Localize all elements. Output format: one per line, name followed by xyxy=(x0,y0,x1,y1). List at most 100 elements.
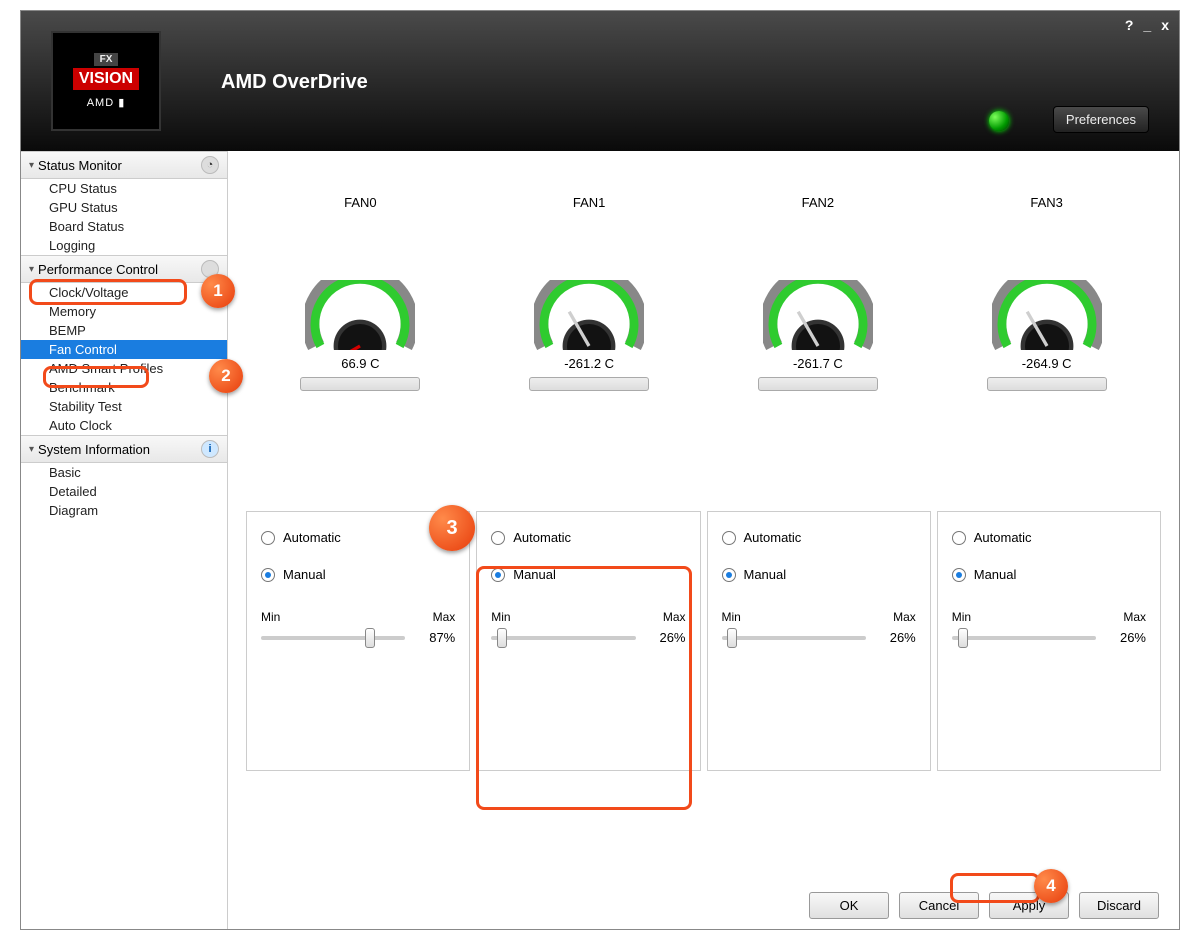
max-label: Max xyxy=(893,610,916,624)
sidebar-item[interactable]: Board Status xyxy=(21,217,227,236)
speed-slider[interactable] xyxy=(491,636,635,640)
close-button[interactable]: x xyxy=(1161,17,1169,33)
radio-label: Manual xyxy=(974,567,1017,582)
gauge-icon xyxy=(992,280,1102,350)
logo-amd: AMD ▮ xyxy=(87,96,126,109)
percent-value: 26% xyxy=(1106,630,1146,645)
title-bar: FX VISION AMD ▮ AMD OverDrive ? _ x Pref… xyxy=(21,11,1179,151)
manual-radio[interactable]: Manual xyxy=(952,567,1146,582)
preferences-button[interactable]: Preferences xyxy=(1053,106,1149,133)
fan-label: FAN0 xyxy=(265,195,455,210)
percent-value: 26% xyxy=(646,630,686,645)
sidebar-item[interactable]: Logging xyxy=(21,236,227,255)
gauge-icon xyxy=(305,280,415,350)
cancel-button[interactable]: Cancel xyxy=(899,892,979,919)
main-panel: FAN0 66.9 C FAN1 -261.2 C FAN2 -261.7 C FAN… xyxy=(228,151,1179,929)
sidebar-section-header[interactable]: ▾Status Monitor◔ xyxy=(21,151,227,179)
sidebar-item[interactable]: Fan Control xyxy=(21,340,227,359)
radio-label: Automatic xyxy=(744,530,802,545)
min-label: Min xyxy=(952,610,971,624)
slider-handle[interactable] xyxy=(958,628,968,648)
auto-radio[interactable]: Automatic xyxy=(491,530,685,545)
sidebar-item[interactable]: Auto Clock xyxy=(21,416,227,435)
radio-icon xyxy=(722,568,736,582)
speed-slider[interactable] xyxy=(952,636,1096,640)
auto-radio[interactable]: Automatic xyxy=(952,530,1146,545)
radio-label: Manual xyxy=(513,567,556,582)
manual-radio[interactable]: Manual xyxy=(261,567,455,582)
auto-radio[interactable]: Automatic xyxy=(722,530,916,545)
radio-icon xyxy=(952,568,966,582)
sidebar-item[interactable]: Benchmark xyxy=(21,378,227,397)
radio-icon xyxy=(952,531,966,545)
sidebar-item[interactable]: BEMP xyxy=(21,321,227,340)
logo-vision: VISION xyxy=(73,68,139,90)
percent-value: 87% xyxy=(415,630,455,645)
max-label: Max xyxy=(433,610,456,624)
discard-button[interactable]: Discard xyxy=(1079,892,1159,919)
fan-column: FAN1 -261.2 C xyxy=(494,195,684,391)
min-label: Min xyxy=(261,610,280,624)
progress-bar xyxy=(987,377,1107,391)
sidebar-item[interactable]: AMD Smart Profiles xyxy=(21,359,227,378)
radio-icon xyxy=(261,531,275,545)
sidebar-section-header[interactable]: ▾Performance Control xyxy=(21,255,227,283)
status-led-icon xyxy=(989,111,1009,131)
sidebar-item[interactable]: Memory xyxy=(21,302,227,321)
manual-radio[interactable]: Manual xyxy=(491,567,685,582)
max-label: Max xyxy=(1123,610,1146,624)
minimize-button[interactable]: _ xyxy=(1143,17,1151,33)
fan-label: FAN3 xyxy=(952,195,1142,210)
manual-radio[interactable]: Manual xyxy=(722,567,916,582)
radio-label: Automatic xyxy=(513,530,571,545)
progress-bar xyxy=(300,377,420,391)
app-window: FX VISION AMD ▮ AMD OverDrive ? _ x Pref… xyxy=(20,10,1180,930)
gauge-icon xyxy=(763,280,873,350)
sidebar-section-title: Status Monitor xyxy=(38,158,122,173)
min-label: Min xyxy=(491,610,510,624)
radio-icon xyxy=(491,531,505,545)
progress-bar xyxy=(758,377,878,391)
sidebar-section-header[interactable]: ▾ System Information i xyxy=(21,435,227,463)
slider-handle[interactable] xyxy=(727,628,737,648)
sidebar-section-title: System Information xyxy=(38,442,150,457)
fan-column: FAN3 -264.9 C xyxy=(952,195,1142,391)
sidebar-item[interactable]: Detailed xyxy=(21,482,227,501)
auto-radio[interactable]: Automatic xyxy=(261,530,455,545)
temperature-value: 66.9 C xyxy=(265,356,455,371)
radio-icon xyxy=(261,568,275,582)
radio-label: Automatic xyxy=(283,530,341,545)
sidebar-section-title: Performance Control xyxy=(38,262,158,277)
radio-label: Automatic xyxy=(974,530,1032,545)
chevron-down-icon: ▾ xyxy=(29,160,34,171)
temperature-value: -261.7 C xyxy=(723,356,913,371)
slider-handle[interactable] xyxy=(497,628,507,648)
apply-button[interactable]: Apply xyxy=(989,892,1069,919)
ok-button[interactable]: OK xyxy=(809,892,889,919)
fan-label: FAN2 xyxy=(723,195,913,210)
sidebar-item[interactable]: CPU Status xyxy=(21,179,227,198)
speed-slider[interactable] xyxy=(261,636,405,640)
sidebar-item[interactable]: Stability Test xyxy=(21,397,227,416)
min-label: Min xyxy=(722,610,741,624)
fan-control-card: AutomaticManualMinMax26% xyxy=(707,511,931,771)
speed-slider[interactable] xyxy=(722,636,866,640)
amd-logo: FX VISION AMD ▮ xyxy=(51,31,161,131)
max-label: Max xyxy=(663,610,686,624)
slider-handle[interactable] xyxy=(365,628,375,648)
sidebar-item[interactable]: GPU Status xyxy=(21,198,227,217)
sidebar-item[interactable]: Clock/Voltage xyxy=(21,283,227,302)
info-icon: i xyxy=(201,440,219,458)
sidebar-item[interactable]: Basic xyxy=(21,463,227,482)
app-title: AMD OverDrive xyxy=(221,71,368,94)
temperature-value: -264.9 C xyxy=(952,356,1142,371)
chevron-down-icon: ▾ xyxy=(29,444,34,455)
radio-icon xyxy=(491,568,505,582)
radio-icon xyxy=(722,531,736,545)
fan-control-card: Automatic Manual Min Max 87% xyxy=(246,511,470,771)
sidebar-item[interactable]: Diagram xyxy=(21,501,227,520)
radio-label: Manual xyxy=(283,567,326,582)
gauge-icon xyxy=(534,280,644,350)
help-button[interactable]: ? xyxy=(1125,17,1134,33)
fan-label: FAN1 xyxy=(494,195,684,210)
